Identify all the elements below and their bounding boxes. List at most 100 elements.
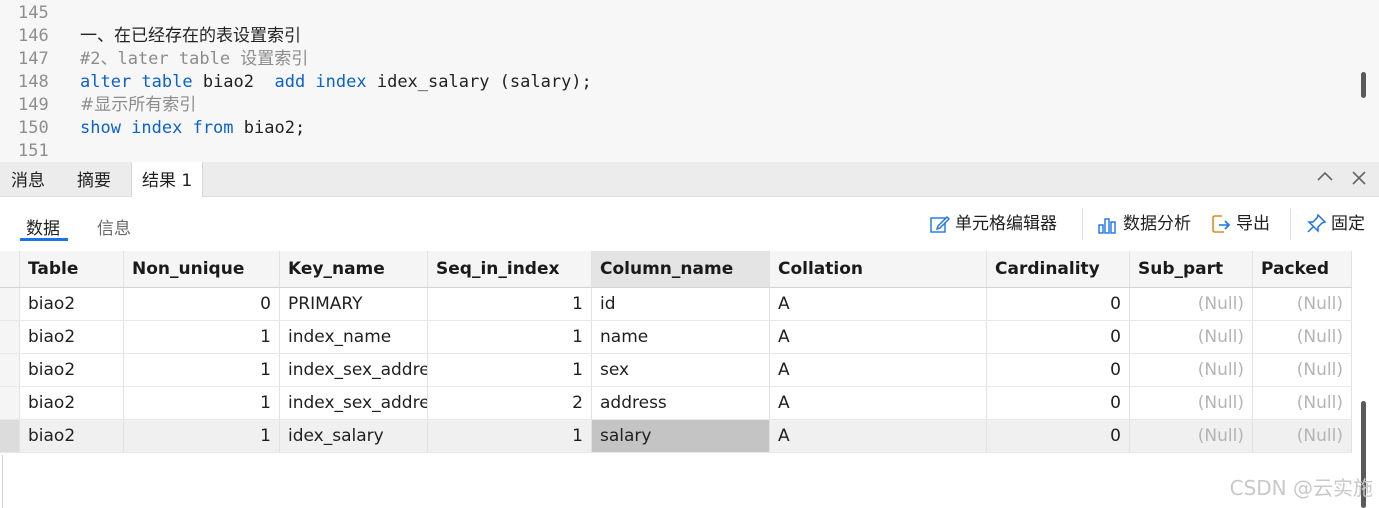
table-cell[interactable]: (Null)	[1253, 288, 1352, 320]
table-cell[interactable]: 1	[124, 420, 280, 452]
table-cell[interactable]: 0	[987, 420, 1130, 452]
column-header[interactable]: Sub_part	[1130, 251, 1253, 287]
table-cell[interactable]: biao2	[20, 420, 124, 452]
line-number: 146	[18, 26, 49, 46]
table-cell[interactable]: (Null)	[1130, 354, 1253, 386]
code-line[interactable]: 146 一、在已经存在的表设置索引	[0, 25, 1350, 48]
table-cell[interactable]: (Null)	[1253, 321, 1352, 353]
active-tab-indicator	[20, 238, 68, 241]
table-cell[interactable]: idex_salary	[280, 420, 428, 452]
table-row[interactable]: biao2 1 index_name 1 name A 0 (Null) (Null)	[0, 321, 1352, 354]
table-cell[interactable]: A	[770, 420, 987, 452]
table-cell[interactable]: index_name	[280, 321, 428, 353]
pin-button[interactable]: 固定	[1305, 210, 1365, 238]
column-header[interactable]: Cardinality	[987, 251, 1130, 287]
column-header[interactable]: Seq_in_index	[428, 251, 592, 287]
sql-editor[interactable]: 145 146 一、在已经存在的表设置索引 147 #2、later table 设置索…	[0, 0, 1379, 162]
table-cell[interactable]: 0	[987, 354, 1130, 386]
table-cell[interactable]: (Null)	[1253, 387, 1352, 419]
code-line[interactable]: 148 alter table biao2 add index idex_sala…	[0, 71, 1350, 94]
table-cell[interactable]: (Null)	[1130, 288, 1253, 320]
row-indicator[interactable]	[0, 354, 20, 386]
table-cell[interactable]: (Null)	[1253, 420, 1352, 452]
toolbar-divider	[1290, 208, 1291, 240]
table-cell[interactable]: A	[770, 387, 987, 419]
tab-data[interactable]: 数据	[26, 214, 60, 240]
table-cell[interactable]: 0	[987, 321, 1130, 353]
table-cell[interactable]: biao2	[20, 321, 124, 353]
column-header[interactable]: Table	[20, 251, 124, 287]
tab-result-1[interactable]: 结果 1	[131, 162, 204, 197]
chevron-up-icon[interactable]	[1312, 162, 1338, 197]
table-cell[interactable]: 0	[987, 288, 1130, 320]
table-cell[interactable]: (Null)	[1130, 321, 1253, 353]
table-cell[interactable]: salary	[592, 420, 770, 452]
table-cell[interactable]: 1	[428, 354, 592, 386]
result-panel-tabs: 消息 摘要 结果 1	[0, 162, 1379, 197]
code-line[interactable]: 147 #2、later table 设置索引	[0, 48, 1350, 71]
table-cell[interactable]: 0	[124, 288, 280, 320]
table-cell[interactable]: biao2	[20, 387, 124, 419]
table-cell[interactable]: name	[592, 321, 770, 353]
column-header[interactable]: Non_unique	[124, 251, 280, 287]
grid-scrollbar[interactable]	[1355, 251, 1379, 508]
row-indicator[interactable]	[0, 387, 20, 419]
table-cell[interactable]: 0	[987, 387, 1130, 419]
code-token: show index from	[80, 118, 234, 138]
table-cell[interactable]: 1	[428, 288, 592, 320]
table-cell[interactable]: biao2	[20, 354, 124, 386]
data-analysis-button[interactable]: 数据分析	[1097, 210, 1191, 238]
table-cell[interactable]: index_sex_address	[280, 387, 428, 419]
close-icon[interactable]	[1346, 162, 1372, 197]
table-row[interactable]: biao21index_sex_address1sexA0(Null)(Null…	[0, 354, 1352, 387]
table-cell[interactable]: 1	[124, 321, 280, 353]
cell-editor-label: 单元格编辑器	[955, 214, 1057, 234]
bar-chart-icon	[1097, 213, 1119, 235]
code-line[interactable]: 145	[0, 2, 1350, 25]
line-number: 147	[18, 49, 49, 69]
table-cell[interactable]: 1	[124, 387, 280, 419]
row-indicator[interactable]	[0, 321, 20, 353]
tab-info[interactable]: 信息	[97, 214, 131, 240]
table-row[interactable]: biao2 1 idex_salary 1 salary A 0 (Null) (Null)	[0, 420, 1352, 453]
table-cell[interactable]: 1	[124, 354, 280, 386]
tab-summary[interactable]: 摘要	[67, 162, 121, 197]
code-line[interactable]: 149 #显示所有索引	[0, 94, 1350, 117]
table-cell[interactable]: 2	[428, 387, 592, 419]
table-cell[interactable]: (Null)	[1130, 420, 1253, 452]
table-cell[interactable]: biao2	[20, 288, 124, 320]
column-header[interactable]: Key_name	[280, 251, 428, 287]
table-cell[interactable]: id	[592, 288, 770, 320]
editor-scrollbar-thumb[interactable]	[1361, 72, 1366, 98]
code-text: alter table biao2 add index idex_salary …	[80, 71, 592, 94]
export-button[interactable]: 导出	[1210, 210, 1270, 238]
table-cell[interactable]: address	[592, 387, 770, 419]
row-indicator[interactable]	[0, 288, 20, 320]
table-cell[interactable]: (Null)	[1130, 387, 1253, 419]
table-cell[interactable]: 1	[428, 420, 592, 452]
table-cell[interactable]: PRIMARY	[280, 288, 428, 320]
table-cell[interactable]: sex	[592, 354, 770, 386]
editor-scrollbar[interactable]	[1357, 0, 1371, 162]
column-header[interactable]: Collation	[770, 251, 987, 287]
code-token: add index	[274, 72, 367, 92]
pin-icon	[1305, 213, 1327, 235]
code-line[interactable]: 151	[0, 140, 1350, 163]
column-header[interactable]: Packed	[1253, 251, 1352, 287]
tab-messages[interactable]: 消息	[1, 162, 55, 197]
code-line[interactable]: 150 show index from biao2;	[0, 117, 1350, 140]
cell-editor-button[interactable]: 单元格编辑器	[929, 210, 1057, 238]
code-text: show index from biao2;	[80, 117, 305, 140]
table-row[interactable]: biao2 0 PRIMARY 1 id A 0 (Null) (Null)	[0, 288, 1352, 321]
table-cell[interactable]: A	[770, 354, 987, 386]
row-indicator[interactable]	[0, 420, 20, 452]
table-cell[interactable]: A	[770, 288, 987, 320]
table-cell[interactable]: (Null)	[1253, 354, 1352, 386]
table-cell[interactable]: A	[770, 321, 987, 353]
table-row[interactable]: biao21index_sex_address2addressA0(Null)(…	[0, 387, 1352, 420]
column-header[interactable]: Column_name	[592, 251, 770, 287]
table-cell[interactable]: 1	[428, 321, 592, 353]
line-number: 151	[18, 141, 49, 161]
table-cell[interactable]: index_sex_address	[280, 354, 428, 386]
result-toolbar: 数据 信息 单元格编辑器 数据分析 导出 固定	[0, 198, 1379, 250]
